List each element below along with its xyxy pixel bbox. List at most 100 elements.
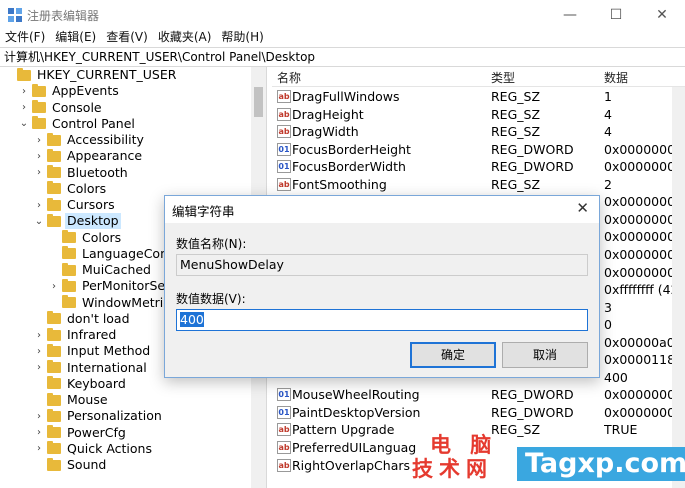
chevron-right-icon[interactable]: ›	[34, 135, 44, 146]
chevron-right-icon[interactable]: ›	[34, 151, 44, 162]
folder-icon	[47, 441, 61, 455]
chevron-right-icon[interactable]: ›	[49, 281, 59, 292]
value-data: 0x0000000	[604, 387, 676, 403]
cancel-button[interactable]: 取消	[502, 342, 588, 368]
value-data: 0x00000a0	[604, 334, 675, 350]
tree-node-label: Input Method	[67, 343, 151, 359]
folder-icon	[47, 343, 61, 357]
folder-icon	[47, 165, 61, 178]
value-row[interactable]: ab DragWidth REG_SZ 4	[272, 123, 685, 141]
tree-node-label: Mouse	[67, 392, 108, 407]
dialog-close-button[interactable]: ✕	[576, 199, 589, 217]
minimize-button[interactable]: —	[547, 0, 593, 30]
value-row[interactable]: 01 MouseWheelRouting REG_DWORD 0x0000000	[272, 386, 685, 404]
tree-node[interactable]: ⌄ Control Panel	[0, 116, 266, 132]
value-data: 0x0000000	[604, 404, 676, 420]
value-type: REG_SZ	[491, 124, 541, 140]
watermark-cn-line2: 技术网	[412, 457, 493, 481]
maximize-button[interactable]: ☐	[593, 0, 639, 30]
value-type: REG_SZ	[491, 89, 541, 104]
chevron-right-icon[interactable]: ›	[19, 86, 29, 97]
folder-icon	[47, 376, 61, 390]
column-name-header[interactable]: 名称	[277, 69, 301, 86]
tree-node[interactable]: › Personalization	[0, 408, 266, 424]
folder-icon	[47, 197, 61, 211]
binary-value-icon: 01	[277, 142, 291, 156]
value-name: DragHeight	[292, 106, 364, 122]
value-row[interactable]: ab FontSmoothing REG_SZ 2	[272, 176, 685, 194]
chevron-right-icon[interactable]: ›	[19, 102, 29, 113]
menu-help[interactable]: 帮助(H)	[216, 30, 268, 46]
value-data: 0x0000000	[604, 211, 676, 227]
value-name: FontSmoothing	[292, 176, 387, 192]
title-bar: 注册表编辑器 — ☐ ✕	[0, 0, 685, 30]
tree-node[interactable]: › Bluetooth	[0, 165, 266, 181]
tree-node[interactable]: Mouse	[0, 392, 266, 408]
string-value-icon: ab	[277, 423, 291, 437]
chevron-right-icon[interactable]: ›	[34, 443, 44, 454]
folder-icon	[62, 246, 76, 260]
folder-icon	[32, 100, 46, 113]
tree-node-label: Desktop	[65, 213, 121, 230]
chevron-right-icon[interactable]: ›	[34, 167, 44, 178]
chevron-down-icon[interactable]: ⌄	[34, 216, 44, 227]
value-type: REG_DWORD	[491, 141, 574, 157]
chevron-right-icon[interactable]: ›	[34, 330, 44, 341]
chevron-down-icon[interactable]: ⌄	[19, 118, 29, 129]
chevron-right-icon[interactable]: ›	[34, 411, 44, 422]
tree-node-label: Appearance	[67, 148, 143, 164]
value-data: 2	[604, 176, 612, 192]
folder-icon	[47, 181, 61, 195]
chevron-right-icon[interactable]: ›	[34, 427, 44, 438]
close-button[interactable]: ✕	[639, 0, 685, 30]
edit-string-dialog: 编辑字符串 ✕ 数值名称(N): MenuShowDelay 数值数据(V): …	[164, 195, 600, 378]
value-row[interactable]: ab DragFullWindows REG_SZ 1	[272, 88, 685, 106]
chevron-right-icon[interactable]: ›	[34, 346, 44, 357]
menu-file[interactable]: 文件(F)	[0, 30, 50, 46]
tree-node-label: Console	[52, 99, 102, 115]
folder-icon	[47, 392, 61, 406]
chevron-right-icon[interactable]: ›	[34, 362, 44, 373]
tree-node[interactable]: › Accessibility	[0, 132, 266, 148]
tree-node-label: International	[67, 359, 147, 375]
value-data-field[interactable]: 400	[176, 309, 588, 331]
value-row[interactable]: 01 FocusBorderWidth REG_DWORD 0x0000000	[272, 158, 685, 176]
value-row[interactable]: ab DragHeight REG_SZ 4	[272, 106, 685, 124]
value-data: 0xffffffff (42	[604, 282, 679, 298]
column-type-header[interactable]: 类型	[491, 69, 515, 86]
value-name: DragFullWindows	[292, 89, 400, 104]
menu-edit[interactable]: 编辑(E)	[50, 30, 101, 46]
address-bar[interactable]: 计算机\HKEY_CURRENT_USER\Control Panel\Desk…	[0, 47, 685, 67]
string-value-icon: ab	[277, 107, 291, 121]
chevron-right-icon[interactable]: ›	[34, 200, 44, 211]
tree-node[interactable]: › Quick Actions	[0, 441, 266, 457]
registry-editor-icon	[8, 8, 22, 22]
tree-node[interactable]: › Appearance	[0, 148, 266, 164]
ok-button[interactable]: 确定	[410, 342, 496, 368]
value-name: FocusBorderWidth	[292, 159, 406, 175]
binary-value-icon: 01	[277, 160, 291, 174]
tree-node[interactable]: Sound	[0, 457, 266, 473]
window-title: 注册表编辑器	[27, 9, 100, 23]
tree-node[interactable]: › Console	[0, 100, 266, 116]
tree-node[interactable]: Keyboard	[0, 376, 266, 392]
tree-node[interactable]: › PowerCfg	[0, 425, 266, 441]
value-name: PaintDesktopVersion	[292, 404, 421, 420]
tree-node[interactable]: › AppEvents	[0, 83, 266, 99]
folder-icon	[47, 408, 61, 422]
value-data: 0x0000118	[604, 352, 676, 368]
tree-node[interactable]: HKEY_CURRENT_USER	[0, 67, 266, 83]
column-data-header[interactable]: 数据	[604, 69, 628, 86]
tree-scroll-thumb[interactable]	[254, 87, 263, 117]
value-row[interactable]: 01 FocusBorderHeight REG_DWORD 0x0000000	[272, 141, 685, 159]
menu-view[interactable]: 查看(V)	[101, 30, 153, 46]
tree-node-label: Cursors	[67, 197, 115, 212]
list-scrollbar[interactable]	[672, 87, 685, 488]
value-data: 4	[604, 124, 612, 140]
value-row[interactable]: 01 PaintDesktopVersion REG_DWORD 0x0000000	[272, 404, 685, 422]
menu-favorites[interactable]: 收藏夹(A)	[153, 30, 217, 46]
